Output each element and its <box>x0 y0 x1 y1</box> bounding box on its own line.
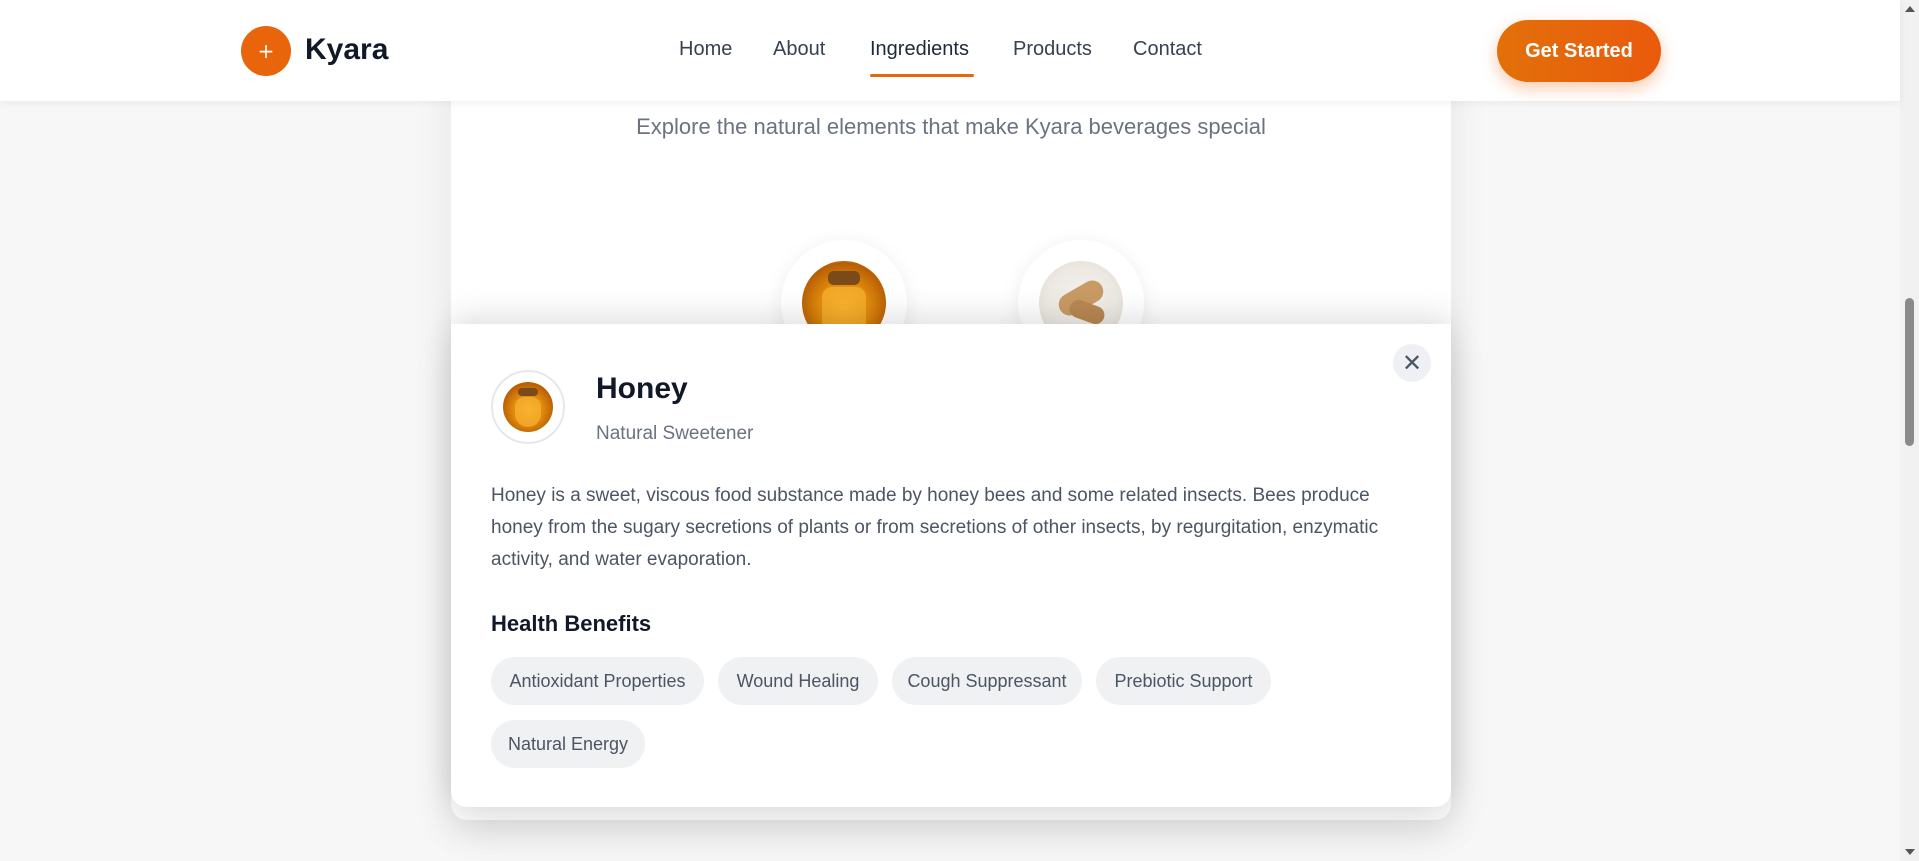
modal-subtitle: Natural Sweetener <box>596 423 754 444</box>
close-icon: ✕ <box>1401 349 1423 377</box>
benefits-heading: Health Benefits <box>491 611 652 636</box>
nav-active-indicator <box>870 74 974 77</box>
site-header: + Kyara Home About Ingredients Products … <box>0 0 1900 101</box>
scroll-up-icon[interactable] <box>1905 6 1915 12</box>
modal-title: Honey <box>596 372 688 405</box>
scroll-thumb[interactable] <box>1905 298 1914 446</box>
nav-home[interactable]: Home <box>679 38 732 61</box>
nav-ingredients[interactable]: Ingredients <box>870 38 969 61</box>
honey-jar-image <box>503 382 553 432</box>
modal-ingredient-avatar <box>491 370 565 444</box>
nav-contact[interactable]: Contact <box>1133 38 1202 61</box>
nav-about[interactable]: About <box>773 38 825 61</box>
ingredient-description: Honey is a sweet, viscous food substance… <box>491 485 1379 570</box>
close-button[interactable]: ✕ <box>1393 344 1431 382</box>
scroll-down-icon[interactable] <box>1905 849 1915 855</box>
benefit-tag: Natural Energy <box>491 720 645 768</box>
logo-icon[interactable]: + <box>241 26 291 76</box>
brand-name[interactable]: Kyara <box>305 33 388 67</box>
benefit-tag: Prebiotic Support <box>1096 657 1271 705</box>
benefit-tag: Wound Healing <box>718 657 878 705</box>
get-started-button[interactable]: Get Started <box>1497 20 1661 82</box>
ingredient-detail-modal: ✕ Honey Natural Sweetener Honey is a swe… <box>451 324 1451 807</box>
page-scrollbar[interactable] <box>1900 0 1919 861</box>
benefit-tag: Cough Suppressant <box>892 657 1082 705</box>
section-subtitle: Explore the natural elements that make K… <box>636 114 1266 139</box>
nav-products[interactable]: Products <box>1013 38 1092 61</box>
benefit-tag: Antioxidant Properties <box>491 657 704 705</box>
